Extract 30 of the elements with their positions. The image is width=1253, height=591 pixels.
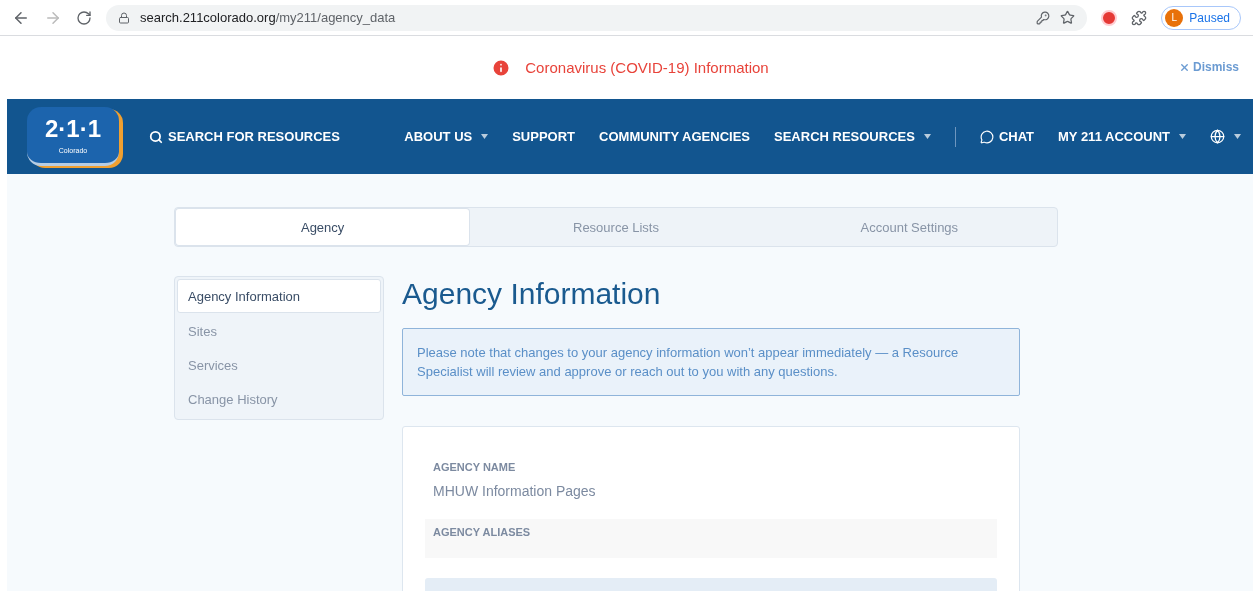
address-bar[interactable]: search.211colorado.org/my211/agency_data (106, 4, 1088, 31)
lock-icon (118, 11, 130, 24)
sidebar-item[interactable]: Agency Information (177, 279, 381, 313)
nav-link[interactable]: COMMUNITY AGENCIES (599, 129, 750, 144)
nav-link[interactable]: ABOUT US (404, 129, 489, 144)
info-icon (491, 57, 512, 78)
avatar-icon: L (1165, 8, 1184, 27)
field-label: AGENCY ALIASES (433, 526, 532, 538)
search-link[interactable]: SEARCH FOR RESOURCES (149, 129, 340, 144)
tab[interactable]: Agency (176, 209, 470, 245)
nav-link[interactable]: MY 211 ACCOUNT (1058, 129, 1186, 144)
field-label: AGENCY NAME (433, 461, 517, 473)
reload-icon[interactable] (76, 9, 92, 26)
nav-link[interactable]: SEARCH RESOURCES (774, 129, 931, 144)
page-title: Agency Information (402, 276, 662, 312)
search-icon (149, 129, 163, 144)
language-menu[interactable] (1210, 129, 1241, 144)
banner-message[interactable]: Coronavirus (COVID-19) Information (525, 59, 769, 76)
notice-message: Please note that changes to your agency information won’t appear immediately — a Resource Specialist will review and approve or reach out to you with any questions. (402, 328, 1020, 396)
profile-button[interactable]: L Paused (1161, 5, 1241, 30)
extensions-icon[interactable] (1131, 9, 1148, 26)
nav-link[interactable]: SUPPORT (512, 129, 576, 144)
record-icon[interactable] (1101, 9, 1118, 26)
globe-icon (1210, 129, 1225, 144)
chat-icon (979, 129, 994, 144)
close-icon (1178, 61, 1190, 73)
field-value: MHUW Information Pages (433, 483, 597, 499)
chat-link[interactable]: CHAT (979, 129, 1034, 144)
star-icon[interactable] (1060, 10, 1076, 25)
key-icon[interactable] (1036, 10, 1051, 25)
